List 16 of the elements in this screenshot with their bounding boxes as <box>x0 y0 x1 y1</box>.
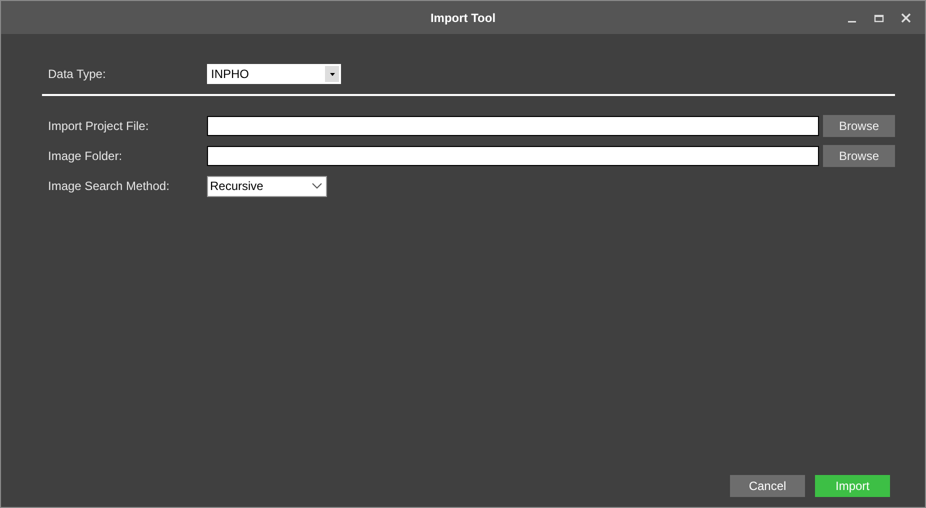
browse-button[interactable]: Browse <box>823 145 895 167</box>
field-label: Import Project File: <box>47 119 150 133</box>
field-label: Image Search Method: <box>47 179 170 193</box>
chevron-down-icon <box>312 183 322 189</box>
dropdown-arrow-icon <box>330 72 334 76</box>
path-input-field[interactable] <box>207 146 819 166</box>
window-title: Import Tool <box>430 10 496 24</box>
path-input-field[interactable] <box>207 116 819 136</box>
maximize-icon[interactable] <box>874 13 884 23</box>
data-type-dropdown[interactable]: INPHO <box>207 64 341 84</box>
search-method-dropdown[interactable]: Recursive <box>207 176 327 196</box>
browse-button[interactable]: Browse <box>823 115 895 137</box>
field-label: Image Folder: <box>47 149 124 163</box>
field-label: Data Type: <box>47 67 107 81</box>
close-icon[interactable] <box>901 13 911 23</box>
cancel-button[interactable]: Cancel <box>730 475 805 497</box>
